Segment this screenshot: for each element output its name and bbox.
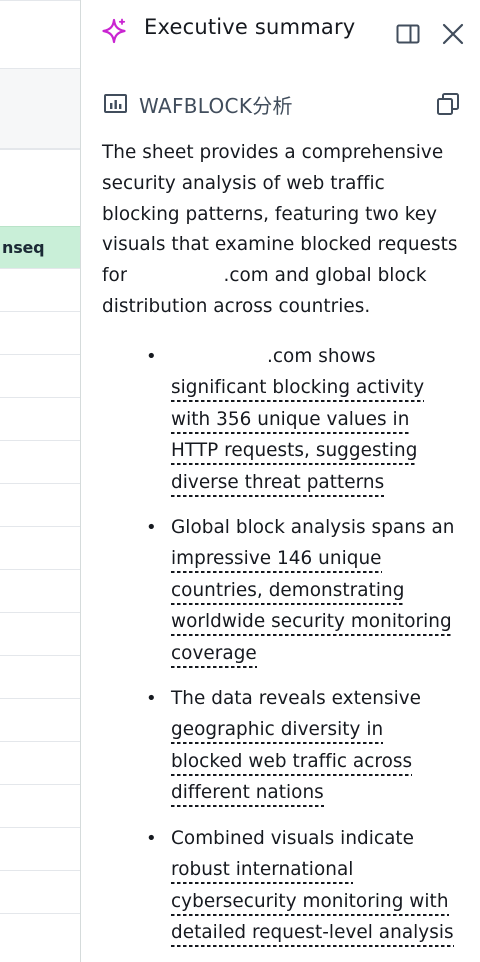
sheet-row[interactable]: [0, 569, 80, 612]
visual-header: WAFBLOCK分析: [81, 84, 480, 124]
executive-summary-panel: Executive summary WAFBLOCK分析 The sheet p…: [81, 0, 480, 962]
summary-line: for: [102, 265, 128, 287]
sheet-row[interactable]: [0, 0, 80, 68]
summary-line: .com and global block: [223, 265, 427, 287]
insight-line: impressive 146 unique: [171, 543, 382, 575]
summary-line: blocking patterns, featuring two key: [102, 203, 438, 225]
insight-line: robust international: [171, 854, 354, 886]
sheet-row[interactable]: [0, 827, 80, 870]
sheet-row[interactable]: [0, 440, 80, 483]
sheet-row[interactable]: [0, 870, 80, 913]
panel-title: Executive summary: [144, 15, 356, 39]
sheet-row[interactable]: [0, 526, 80, 569]
bullet-marker: •: [146, 688, 157, 710]
insight-item[interactable]: • The data reveals extensive geographic …: [146, 683, 471, 809]
insight-line: blocked web traffic across: [171, 745, 413, 778]
redacted-text: [127, 261, 224, 282]
summary-paragraph: The sheet provides a comprehensive securi…: [102, 138, 472, 323]
insight-line: The data reveals extensive: [171, 688, 422, 710]
sheet-row[interactable]: [0, 741, 80, 784]
bullet-marker: •: [146, 346, 157, 367]
insight-line: geographic diversity in: [171, 714, 384, 746]
split-panel-icon[interactable]: [395, 21, 421, 47]
sheet-row[interactable]: [0, 483, 80, 526]
insight-line: detailed request-level analysis: [171, 916, 454, 949]
insight-line: worldwide security monitoring: [171, 606, 452, 638]
insight-line: coverage: [171, 637, 257, 670]
cell-text: nseq: [2, 238, 45, 257]
bullet-marker: •: [146, 517, 157, 539]
redacted-text: [171, 342, 267, 362]
sheet-row[interactable]: [0, 913, 80, 962]
summary-line: distribution across countries.: [102, 295, 371, 317]
insights-list: • .com shows significant blocking activi…: [146, 341, 471, 962]
insight-line: cybersecurity monitoring with: [171, 885, 449, 917]
sheet-row[interactable]: [0, 268, 80, 311]
sheet-row[interactable]: [0, 68, 80, 148]
insight-line: .com shows: [267, 346, 376, 367]
summary-line: The sheet provides a comprehensive: [102, 142, 444, 163]
insight-line: different nations: [171, 777, 324, 809]
sheet-row[interactable]: [0, 311, 80, 354]
sheet-row[interactable]: [0, 397, 80, 440]
insight-item[interactable]: • Global block analysis spans an impress…: [146, 512, 471, 670]
insight-item[interactable]: • .com shows significant blocking activi…: [146, 341, 471, 499]
sheet-cell-highlighted[interactable]: nseq: [0, 226, 80, 268]
insight-line: Global block analysis spans an: [171, 517, 455, 539]
insight-line: significant blocking activity: [171, 372, 425, 404]
summary-line: visuals that examine blocked requests: [102, 234, 458, 256]
bullet-marker: •: [146, 827, 157, 849]
insight-line: countries, demonstrating: [171, 574, 405, 607]
panel-header: Executive summary: [81, 0, 480, 66]
sheet-row[interactable]: [0, 612, 80, 655]
sheet-row[interactable]: [0, 354, 80, 397]
close-icon[interactable]: [440, 21, 466, 47]
spreadsheet-area[interactable]: nseq: [0, 0, 80, 962]
insight-line: with 356 unique values in: [171, 403, 410, 436]
sheet-row[interactable]: [0, 698, 80, 741]
summary-line: security analysis of web traffic: [102, 172, 385, 194]
visual-title: WAFBLOCK分析: [139, 94, 293, 118]
insight-item[interactable]: • Combined visuals indicate robust inter…: [146, 823, 471, 949]
chart-icon: [103, 92, 129, 116]
insight-line: HTTP requests, suggesting: [171, 435, 418, 467]
sparkle-icon: [101, 18, 127, 44]
insight-line: diverse threat patterns: [171, 466, 385, 499]
copy-icon[interactable]: [435, 91, 461, 117]
sheet-row[interactable]: [0, 148, 80, 226]
insight-line: Combined visuals indicate: [171, 827, 415, 849]
sheet-row[interactable]: [0, 784, 80, 827]
sheet-row[interactable]: [0, 655, 80, 698]
